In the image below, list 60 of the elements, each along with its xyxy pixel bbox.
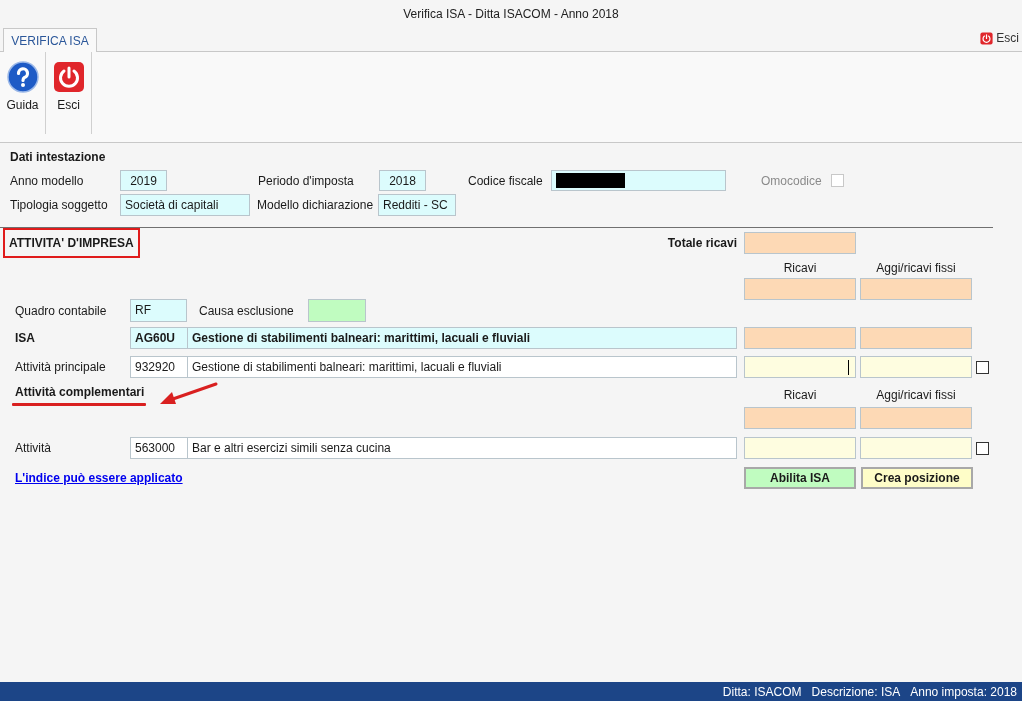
text-field[interactable]: 2018 [379, 170, 426, 191]
text-field[interactable]: Gestione di stabilimenti balneari: marittimi, lacuali e fluviali [187, 356, 737, 378]
text-field[interactable] [308, 299, 366, 322]
column-header: Aggi/ricavi fissi [875, 260, 957, 277]
field-label: Codice fiscale [468, 172, 544, 190]
field-label: Quadro contabile [15, 302, 108, 320]
revenue-field[interactable] [744, 407, 856, 429]
field-label: Omocodice [761, 172, 823, 190]
status-text: Anno imposta: 2018 [910, 683, 1017, 701]
section-heading: Dati intestazione [10, 149, 106, 166]
text-field[interactable]: 2019 [120, 170, 167, 191]
power-icon [52, 61, 85, 93]
field-label: Attività [15, 440, 52, 457]
checkbox[interactable] [976, 360, 989, 374]
text-field[interactable]: Bar e altri esercizi simili senza cucina [187, 437, 737, 459]
text-field[interactable]: Redditi - SC [378, 194, 456, 216]
field-label: Modello dichiarazione [257, 197, 375, 214]
section-heading: Attività complementari [14, 384, 146, 401]
revenue-field[interactable] [860, 437, 972, 459]
exit-link[interactable]: Esci [980, 29, 1019, 47]
revenue-field[interactable] [860, 278, 972, 300]
text-field[interactable]: 932920 [130, 356, 188, 378]
field-label: Anno modello [10, 172, 85, 190]
status-text: Ditta: ISACOM [722, 683, 802, 701]
text-field[interactable]: AG60U [130, 327, 188, 349]
link[interactable]: L'indice può essere applicato [15, 471, 183, 485]
status-text: Descrizione: ISA [811, 683, 901, 701]
ribbon-button[interactable]: Guida [4, 61, 41, 114]
revenue-field[interactable] [860, 327, 972, 349]
text-field[interactable]: 563000 [130, 437, 188, 459]
total-revenue-field[interactable] [744, 232, 856, 254]
text-field[interactable]: Società di capitali [120, 194, 250, 216]
text-field[interactable] [551, 170, 726, 191]
field-label: Totale ricavi [667, 235, 737, 252]
field-label: Tipologia soggetto [10, 197, 109, 214]
column-header: Ricavi [782, 387, 818, 404]
column-header: Ricavi [782, 260, 818, 277]
window-title: Verifica ISA - Ditta ISACOM - Anno 2018 [403, 6, 619, 23]
annotation-arrow [158, 381, 220, 407]
action-button[interactable]: Abilita ISA [744, 467, 856, 489]
field-label: Attività principale [15, 359, 107, 376]
revenue-field[interactable] [744, 356, 856, 378]
section-title: ATTIVITA' D'IMPRESA [3, 228, 140, 258]
action-button[interactable]: Crea posizione [861, 467, 973, 489]
checkbox[interactable] [976, 441, 989, 455]
power-icon [980, 31, 994, 45]
revenue-field[interactable] [744, 327, 856, 349]
field-label: ISA [15, 330, 36, 347]
column-header: Aggi/ricavi fissi [875, 387, 957, 404]
revenue-field[interactable] [860, 356, 972, 378]
revenue-field[interactable] [860, 407, 972, 429]
revenue-field[interactable] [744, 437, 856, 459]
ribbon-button[interactable]: Esci [50, 61, 87, 114]
field-label: Causa esclusione [199, 302, 295, 320]
text-field[interactable]: RF [130, 299, 187, 322]
help-icon [6, 61, 39, 93]
text-field[interactable]: Gestione di stabilimenti balneari: marittimi, lacuali e fluviali [187, 327, 737, 349]
revenue-field[interactable] [744, 278, 856, 300]
field-label: Periodo d'imposta [258, 172, 355, 190]
tab[interactable]: VERIFICA ISA [3, 28, 97, 52]
